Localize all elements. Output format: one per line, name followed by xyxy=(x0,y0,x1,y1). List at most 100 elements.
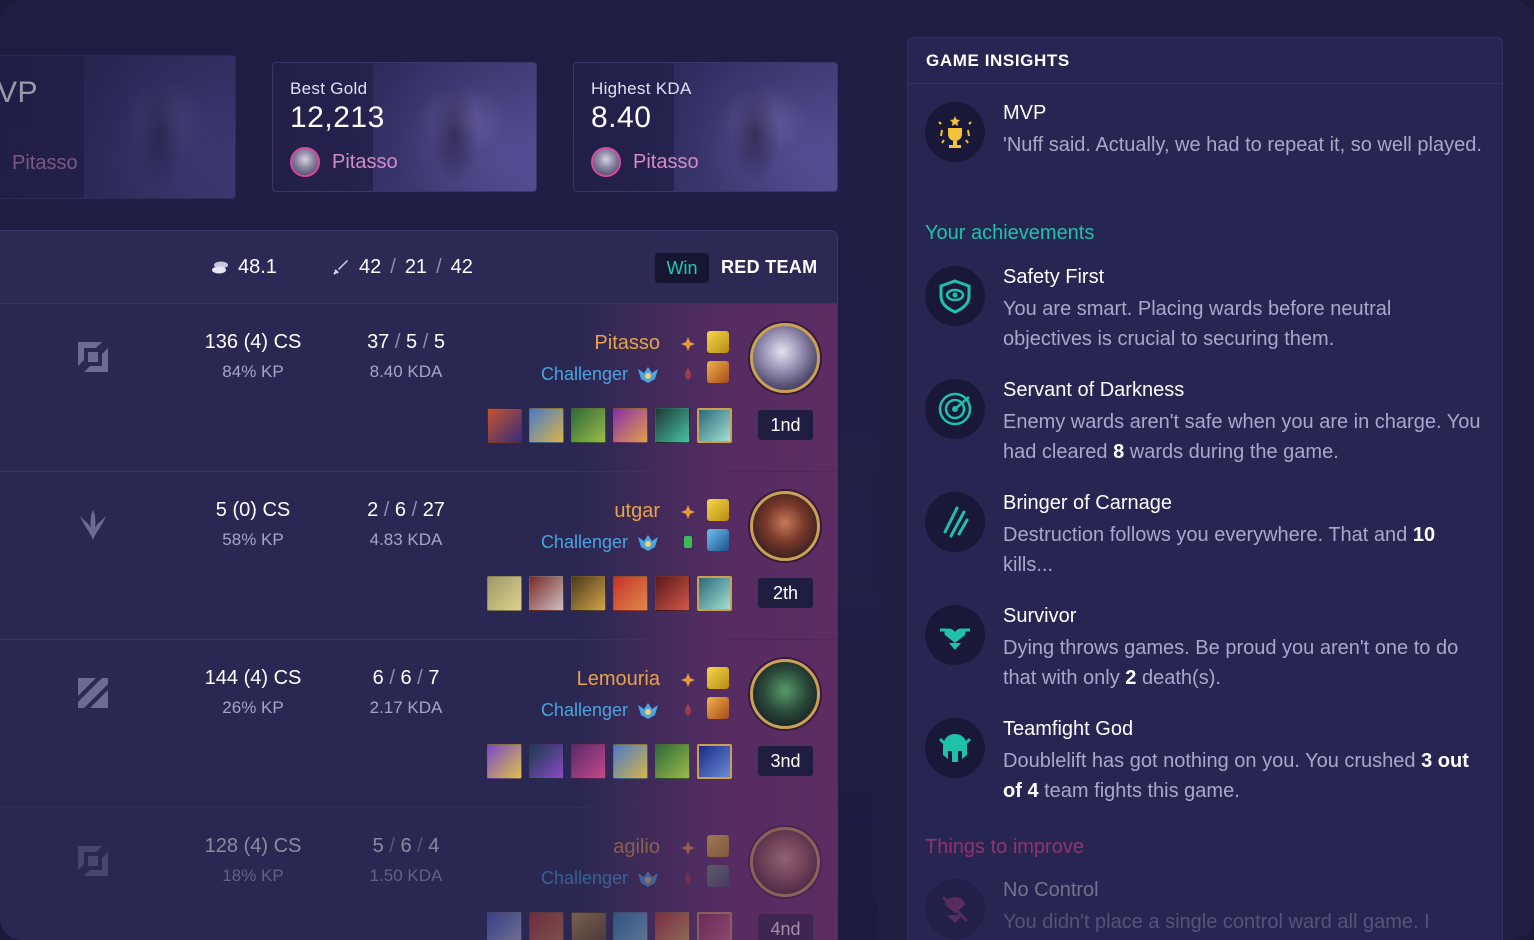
item-build xyxy=(487,912,732,940)
claw-marks-icon xyxy=(925,492,985,552)
kda-score: 6 / 6 / 7 xyxy=(372,667,440,689)
radar-icon xyxy=(925,379,985,439)
smite-spell-icon xyxy=(707,529,729,551)
flash-spell-icon xyxy=(707,499,729,521)
achievement-desc: You are smart. Placing wards before neut… xyxy=(1003,298,1392,350)
item-icon[interactable] xyxy=(571,576,606,611)
game-insights-card: GAME INSIGHTS MVP 'Nuff said. Actually, … xyxy=(907,37,1503,940)
kda-ratio: 1.50 KDA xyxy=(369,866,443,885)
secondary-rune-icon xyxy=(684,536,692,548)
champion-portrait[interactable] xyxy=(750,827,820,897)
item-icon[interactable] xyxy=(571,408,606,443)
team-stats-panel: 48.1 42 / 21 / 42 Win RED TEAM 136 (4) C… xyxy=(0,230,838,940)
kda-score: 2 / 6 / 27 xyxy=(367,499,445,521)
challenger-emblem-icon xyxy=(638,534,658,551)
mvp-card[interactable]: VP Pitasso xyxy=(0,55,236,199)
achievement-title: Bringer of Carnage xyxy=(1003,492,1172,514)
item-icon[interactable] xyxy=(487,912,522,940)
challenger-emblem-icon xyxy=(638,702,658,719)
item-icon[interactable] xyxy=(529,744,564,779)
player-rank: Challenger xyxy=(541,364,660,385)
placement-badge: 2th xyxy=(758,578,813,608)
cs-value: 128 (4) CS xyxy=(204,835,302,857)
champion-portrait[interactable] xyxy=(750,659,820,729)
trinket-icon[interactable] xyxy=(697,744,732,779)
player-row[interactable]: 136 (4) CS 84% KP 37 / 5 / 5 8.40 KDA Pi… xyxy=(0,303,837,471)
kp-value: 18% KP xyxy=(222,866,284,885)
achievement-desc: Dying throws games. Be proud you aren't … xyxy=(1003,637,1459,689)
item-icon[interactable] xyxy=(571,912,606,940)
primary-rune-icon xyxy=(681,841,695,855)
player-rank: Challenger xyxy=(541,532,660,553)
insight-title: MVP xyxy=(1003,102,1047,124)
item-icon[interactable] xyxy=(613,408,648,443)
kda-score: 5 / 6 / 4 xyxy=(372,835,440,857)
item-icon[interactable] xyxy=(655,744,690,779)
insight-desc: 'Nuff said. Actually, we had to repeat i… xyxy=(1003,134,1482,156)
challenger-emblem-icon xyxy=(638,366,658,383)
card-label: Highest KDA xyxy=(591,79,692,98)
team-gold: 48.1 xyxy=(210,256,277,279)
player-name[interactable]: Lemouria xyxy=(577,668,660,691)
player-row[interactable]: 128 (4) CS 18% KP 5 / 6 / 4 1.50 KDA agi… xyxy=(0,807,837,940)
primary-rune-icon xyxy=(681,505,695,519)
match-panel: VP Pitasso Best Gold 12,213 Pitasso High… xyxy=(0,0,878,940)
challenger-emblem-icon xyxy=(638,870,658,887)
player-row[interactable]: 144 (4) CS 26% KP 6 / 6 / 7 2.17 KDA Lem… xyxy=(0,639,837,807)
teleport-spell-icon xyxy=(707,865,729,887)
achievement-desc: Destruction follows you everywhere. That… xyxy=(1003,524,1436,576)
highest-kda-card[interactable]: Highest KDA 8.40 Pitasso xyxy=(573,62,838,192)
player-rank: Challenger xyxy=(541,868,660,889)
item-icon[interactable] xyxy=(487,744,522,779)
item-build xyxy=(487,576,732,611)
champion-portrait[interactable] xyxy=(750,323,820,393)
trinket-icon[interactable] xyxy=(697,576,732,611)
team-assists: 42 xyxy=(450,256,473,278)
app-frame: VP Pitasso Best Gold 12,213 Pitasso High… xyxy=(0,0,1534,940)
item-icon[interactable] xyxy=(529,912,564,940)
kp-value: 26% KP xyxy=(222,698,284,717)
player-name[interactable]: agilio xyxy=(613,836,660,859)
secondary-rune-icon xyxy=(685,368,691,380)
improvement-title: No Control xyxy=(1003,879,1099,901)
card-label: Best Gold xyxy=(290,79,368,98)
item-icon[interactable] xyxy=(529,576,564,611)
player-row[interactable]: 5 (0) CS 58% KP 2 / 6 / 27 4.83 KDA utga… xyxy=(0,471,837,639)
trophy-icon xyxy=(925,102,985,162)
item-icon[interactable] xyxy=(613,912,648,940)
player-name[interactable]: utgar xyxy=(614,500,660,523)
card-value: VP xyxy=(0,76,39,109)
item-icon[interactable] xyxy=(655,576,690,611)
item-icon[interactable] xyxy=(487,408,522,443)
ignite-spell-icon xyxy=(707,697,729,719)
primary-rune-icon xyxy=(681,673,695,687)
ignite-spell-icon xyxy=(707,361,729,383)
item-icon[interactable] xyxy=(529,408,564,443)
item-icon[interactable] xyxy=(655,912,690,940)
item-icon[interactable] xyxy=(613,744,648,779)
secondary-rune-icon xyxy=(685,704,691,716)
card-art xyxy=(83,56,235,198)
player-name[interactable]: Pitasso xyxy=(594,332,660,355)
no-ward-icon xyxy=(925,879,985,939)
team-deaths: 21 xyxy=(404,256,428,278)
item-icon[interactable] xyxy=(571,744,606,779)
kp-value: 84% KP xyxy=(222,362,284,381)
best-gold-card[interactable]: Best Gold 12,213 Pitasso xyxy=(272,62,537,192)
item-icon[interactable] xyxy=(613,576,648,611)
player-avatar xyxy=(591,147,621,177)
card-player-name: Pitasso xyxy=(332,150,398,173)
card-player-name: Pitasso xyxy=(12,152,78,174)
champion-portrait[interactable] xyxy=(750,491,820,561)
trinket-icon[interactable] xyxy=(697,408,732,443)
player-rank: Challenger xyxy=(541,700,660,721)
rank-label: Challenger xyxy=(540,868,628,888)
improvement-desc: You didn't place a single control ward a… xyxy=(1003,911,1430,933)
ward-eye-icon xyxy=(925,266,985,326)
item-icon[interactable] xyxy=(655,408,690,443)
player-avatar xyxy=(290,147,320,177)
trinket-icon[interactable] xyxy=(697,912,732,940)
team-kda: 42 / 21 / 42 xyxy=(330,256,473,279)
top-role-icon xyxy=(78,342,108,372)
item-icon[interactable] xyxy=(487,576,522,611)
